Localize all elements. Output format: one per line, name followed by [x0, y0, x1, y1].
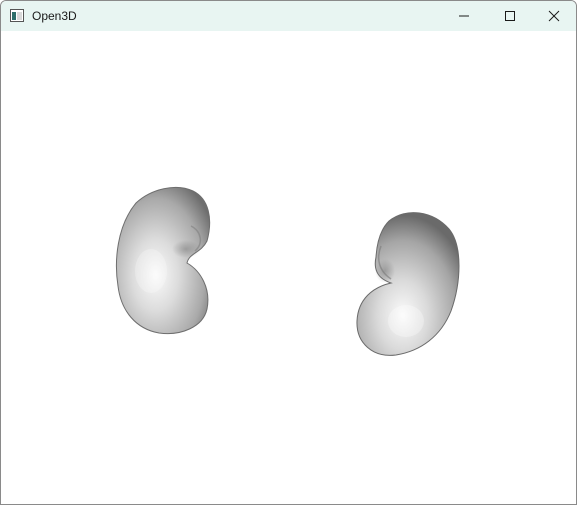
- 3d-viewport[interactable]: [1, 31, 576, 504]
- minimize-button[interactable]: [441, 1, 487, 31]
- maximize-icon: [505, 11, 515, 21]
- open3d-app-icon: [10, 9, 24, 22]
- kidney-mesh-left[interactable]: [116, 186, 211, 335]
- minimize-icon: [459, 15, 469, 17]
- scene-canvas[interactable]: [1, 31, 576, 504]
- window-title: Open3D: [32, 9, 77, 23]
- kidney-mesh-right[interactable]: [356, 212, 460, 356]
- close-button[interactable]: [531, 1, 576, 31]
- maximize-button[interactable]: [487, 1, 533, 31]
- close-icon: [548, 10, 560, 22]
- title-bar[interactable]: Open3D: [1, 1, 576, 31]
- open3d-window: Open3D: [0, 0, 577, 505]
